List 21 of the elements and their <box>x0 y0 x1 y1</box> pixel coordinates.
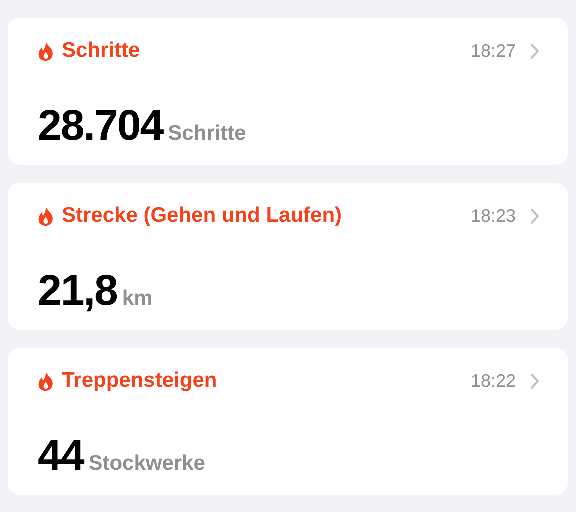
chevron-icon <box>530 372 540 390</box>
value-text: 44 <box>38 435 84 478</box>
summary-card[interactable]: Schritte 18:27 28.704 Schritte <box>8 18 568 165</box>
unit-text: Schritte <box>168 121 246 147</box>
chevron-icon <box>530 208 540 224</box>
summary-card[interactable]: Treppensteigen 18:22 44 Stockwerke <box>8 348 568 495</box>
summary-card[interactable]: Strecke (Gehen und Laufen) 18:23 21,8 km <box>8 183 568 330</box>
flame-icon <box>38 371 54 391</box>
flame-icon <box>38 206 54 226</box>
time-label: 18:22 <box>470 370 516 392</box>
value-text: 21,8 <box>38 270 118 313</box>
unit-text: km <box>122 286 153 312</box>
time-label: 18:23 <box>470 204 516 228</box>
card-title: Strecke (Gehen und Laufen) <box>62 203 342 230</box>
card-title: Treppensteigen <box>62 368 218 394</box>
chevron-icon <box>530 42 540 60</box>
card-title: Schritte <box>62 38 140 64</box>
unit-text: Stockwerke <box>88 451 206 477</box>
time-label: 18:27 <box>470 40 516 62</box>
value-text: 28.704 <box>38 105 164 148</box>
flame-icon <box>38 41 54 61</box>
